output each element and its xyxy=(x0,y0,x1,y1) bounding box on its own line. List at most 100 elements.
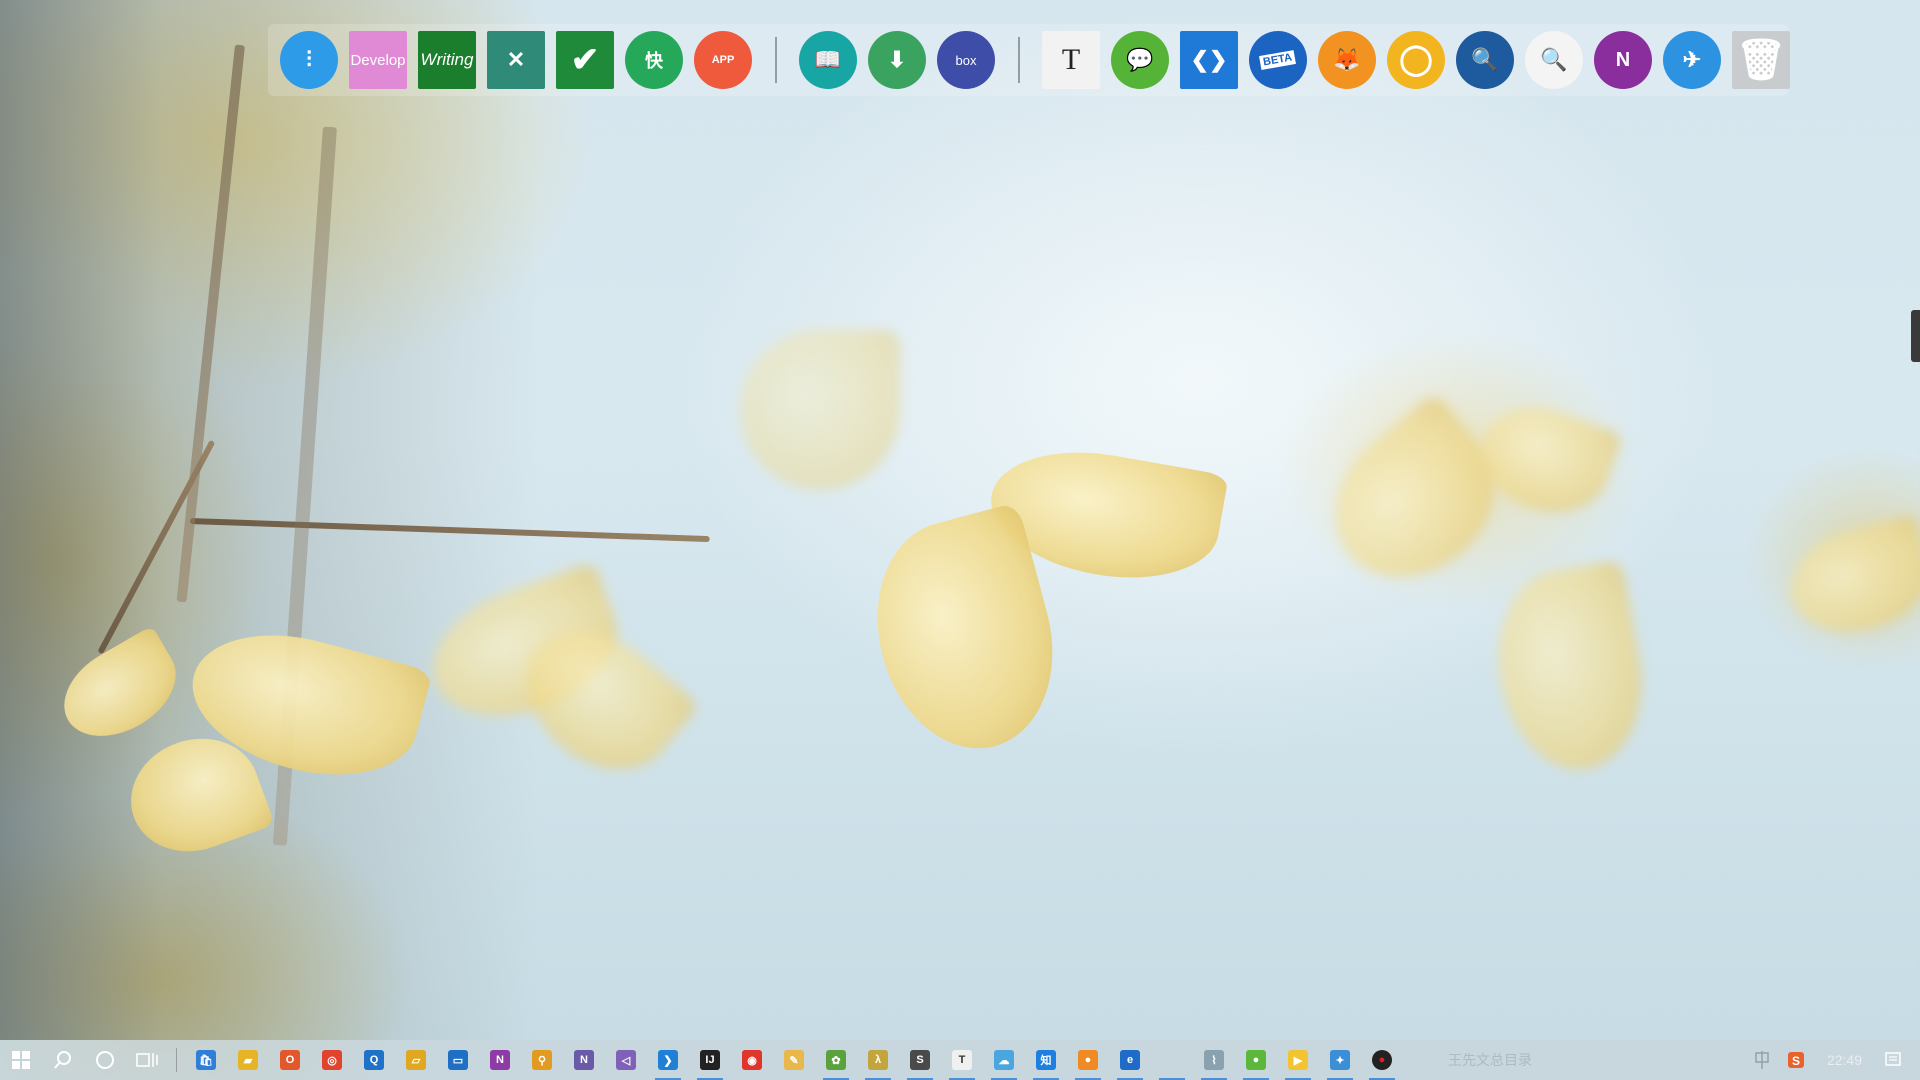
dock-kuaijie-app-label: 快 xyxy=(645,51,663,71)
dock-firefox-app[interactable]: 🦊 xyxy=(1318,31,1376,89)
taskbar-divider xyxy=(176,1048,177,1072)
dock-wechat-app[interactable]: 💬 xyxy=(1111,31,1169,89)
taskbar-clock[interactable]: 22:49 xyxy=(1813,1052,1876,1068)
dock-develop-folder[interactable]: Develop xyxy=(349,31,407,89)
dock-vscode-app[interactable]: ❮❯ xyxy=(1180,31,1238,89)
dock-xmind-app[interactable]: ✕ xyxy=(487,31,545,89)
taskbar-outlook-app[interactable]: ▭ xyxy=(437,1040,479,1080)
taskbar-firefox[interactable]: ● xyxy=(1067,1040,1109,1080)
taskbar-player[interactable]: ▶ xyxy=(1277,1040,1319,1080)
edge-panel-handle[interactable] xyxy=(1911,310,1920,362)
weibo-icon: ◉ xyxy=(742,1050,762,1070)
taskbar-cloud-app[interactable]: ☁ xyxy=(983,1040,1025,1080)
taskbar-edge-beta[interactable]: e xyxy=(1109,1040,1151,1080)
taskbar-wechat[interactable]: ● xyxy=(1235,1040,1277,1080)
taskbar-onenote-2[interactable]: N xyxy=(563,1040,605,1080)
sliders-icon: ⫶ xyxy=(306,47,312,72)
swirl-icon: ◎ xyxy=(322,1050,342,1070)
dock-edge-beta-app[interactable]: BETA xyxy=(1249,31,1307,89)
task-view-icon xyxy=(136,1053,158,1067)
notification-icon xyxy=(1885,1052,1901,1066)
sogou-icon: S xyxy=(1787,1052,1804,1068)
taskbar-pin-tool[interactable]: ✦ xyxy=(1319,1040,1361,1080)
taskbar-sublime[interactable]: S xyxy=(899,1040,941,1080)
taskbar-intellij[interactable]: IJ xyxy=(689,1040,731,1080)
dock-trash[interactable]: 🗑 xyxy=(1732,31,1790,89)
dock-writing-folder-label: Writing xyxy=(420,50,474,69)
taskbar-typora[interactable]: T xyxy=(941,1040,983,1080)
cloud-icon: ☁ xyxy=(994,1050,1014,1070)
start-button[interactable] xyxy=(0,1040,42,1080)
taskbar-office[interactable]: O xyxy=(269,1040,311,1080)
dock-downloader-app[interactable]: ⬇ xyxy=(868,31,926,89)
dock-mixer-app[interactable]: ⫶ xyxy=(280,31,338,89)
taskbar-dictionary[interactable]: Q xyxy=(353,1040,395,1080)
typora-icon: T xyxy=(952,1050,972,1070)
sogou-tray[interactable]: S xyxy=(1779,1040,1813,1080)
taskbar-vscode[interactable]: ❯ xyxy=(647,1040,689,1080)
taskbar-onenote[interactable]: N xyxy=(479,1040,521,1080)
magnifier-icon: ⚲ xyxy=(532,1050,552,1070)
app-dock: ⫶ Develop Writing ✕ ✔ 快 APP 📖 ⬇ box T 💬 ❮❯ BETA 🦊 ◯ 🔍 🔍 N ✈… xyxy=(268,24,1790,96)
taskbar-recorder[interactable]: ● xyxy=(1361,1040,1403,1080)
lambda-icon: λ xyxy=(868,1050,888,1070)
dock-kuaijie-app[interactable]: 快 xyxy=(625,31,683,89)
windows-logo-icon xyxy=(12,1051,30,1069)
dock-search-app[interactable]: 🔍 xyxy=(1525,31,1583,89)
system-tray: S 22:49 xyxy=(1745,1040,1920,1080)
faded-window-title[interactable]: 王先文总目录 xyxy=(1448,1050,1532,1070)
task-view-button[interactable] xyxy=(126,1040,168,1080)
ij-icon: IJ xyxy=(700,1050,720,1070)
dictionary-icon: 🔍 xyxy=(1471,47,1499,72)
download-icon: ⬇ xyxy=(887,47,907,72)
dock-pin-app[interactable]: ✈ xyxy=(1663,31,1721,89)
dock-dictionary-app[interactable]: 🔍 xyxy=(1456,31,1514,89)
vscode-icon: ❯ xyxy=(658,1050,678,1070)
dock-tasks-app[interactable]: ✔ xyxy=(556,31,614,89)
dock-app-store[interactable]: APP xyxy=(694,31,752,89)
taskbar-sticky-app[interactable]: ▱ xyxy=(395,1040,437,1080)
dock-box-app-label: box xyxy=(955,52,977,68)
dock-develop-folder-label: Develop xyxy=(350,51,406,69)
clover-icon: ✿ xyxy=(826,1050,846,1070)
dock-onenote-app-label: N xyxy=(1615,48,1631,71)
taskbar-search-tool[interactable]: ⚲ xyxy=(521,1040,563,1080)
ime-indicator[interactable] xyxy=(1745,1040,1779,1080)
onenote-icon: N xyxy=(574,1050,594,1070)
taskbar-app-red-circle[interactable]: ◎ xyxy=(311,1040,353,1080)
taskbar-file-explorer[interactable]: ▰ xyxy=(227,1040,269,1080)
dock-box-app[interactable]: box xyxy=(937,31,995,89)
trash-icon: 🗑 xyxy=(1735,38,1787,82)
folder-icon: ▰ xyxy=(238,1050,258,1070)
search-button[interactable] xyxy=(42,1040,84,1080)
dock-typora-app[interactable]: T xyxy=(1042,31,1100,89)
taskbar-chart-app[interactable]: ⌇ xyxy=(1193,1040,1235,1080)
taskbar-lambda-app[interactable]: λ xyxy=(857,1040,899,1080)
edge-icon: e xyxy=(1120,1050,1140,1070)
taskbar-visual-studio[interactable]: ◁ xyxy=(605,1040,647,1080)
cortana-button[interactable] xyxy=(84,1040,126,1080)
wechat-icon: ● xyxy=(1246,1050,1266,1070)
wechat-icon: 💬 xyxy=(1126,47,1154,72)
svg-text:S: S xyxy=(1792,1054,1800,1068)
dock-typora-app-label: T xyxy=(1061,43,1081,76)
dock-ring-app[interactable]: ◯ xyxy=(1387,31,1445,89)
taskbar-zhihu[interactable]: 知 xyxy=(1025,1040,1067,1080)
taskbar-apps: 🛍 ▰ O ◎ Q ▱ ▭ N ⚲ N ◁ ❯ IJ ◉ ✎ ✿ λ S T ☁ 知 ● e ⌇ ● ▶ ✦ ● xyxy=(185,1040,1403,1080)
dock-onenote-app[interactable]: N xyxy=(1594,31,1652,89)
dock-app-store-label: APP xyxy=(711,54,735,66)
dock-separator xyxy=(775,37,777,83)
taskbar-store[interactable]: 🛍 xyxy=(185,1040,227,1080)
taskbar-weibo[interactable]: ◉ xyxy=(731,1040,773,1080)
search-icon: 🔍 xyxy=(1540,47,1568,72)
wallpaper-leaf xyxy=(740,330,900,490)
wallpaper-leaf xyxy=(1483,559,1657,781)
xmind-icon: ✕ xyxy=(506,47,526,72)
taskbar-blank-app[interactable] xyxy=(1151,1040,1193,1080)
taskbar-painter[interactable]: ✎ xyxy=(773,1040,815,1080)
taskbar-clover-app[interactable]: ✿ xyxy=(815,1040,857,1080)
action-center-button[interactable] xyxy=(1876,1040,1920,1080)
windows-taskbar: 🛍 ▰ O ◎ Q ▱ ▭ N ⚲ N ◁ ❯ IJ ◉ ✎ ✿ λ S T ☁ 知 ● e ⌇ ● ▶ ✦ ● 王先文总目录 S 2… xyxy=(0,1040,1920,1080)
dock-writing-folder[interactable]: Writing xyxy=(418,31,476,89)
dock-reader-app[interactable]: 📖 xyxy=(799,31,857,89)
